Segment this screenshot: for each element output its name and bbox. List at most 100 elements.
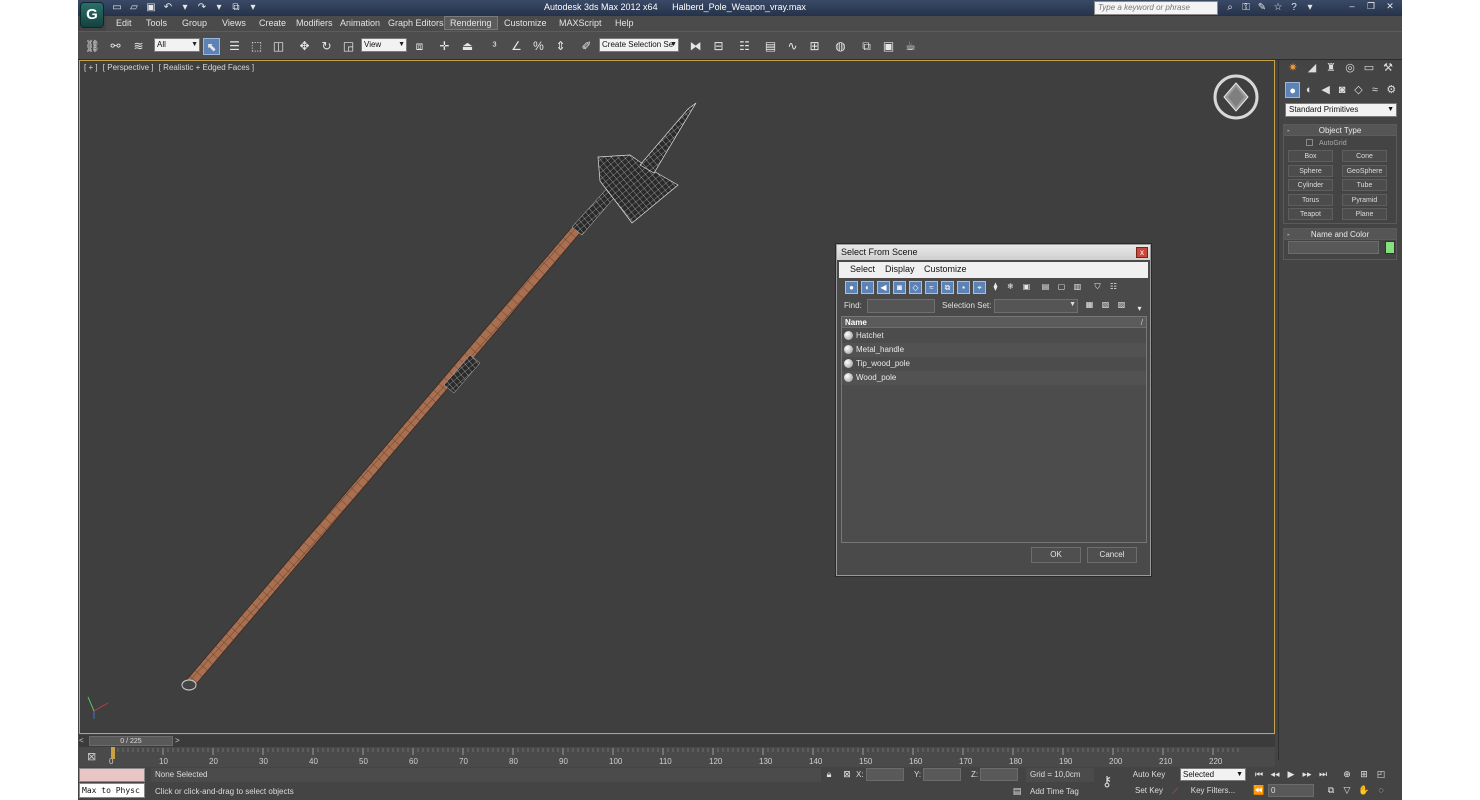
menu-maxscript[interactable]: MAXScript [559, 18, 602, 28]
filter-icon[interactable]: ⛉ [1091, 281, 1104, 294]
menu-edit[interactable]: Edit [116, 18, 132, 28]
hierarchy-tab-icon[interactable]: ♜ [1323, 60, 1339, 76]
display-groups-icon[interactable]: ⧉ [941, 281, 954, 294]
favorites-star-icon[interactable]: ☆ [1272, 1, 1284, 14]
display-bones-icon[interactable]: ⌖ [973, 281, 986, 294]
current-frame-field[interactable]: 0 [1268, 784, 1314, 797]
percent-snap-icon[interactable]: % [530, 38, 547, 55]
list-item-tip-wood-pole[interactable]: Tip_wood_pole [842, 357, 1146, 371]
layer-manager-icon[interactable]: ☷ [736, 38, 753, 55]
geosphere-button[interactable]: GeoSphere [1342, 165, 1387, 177]
previous-frame-icon[interactable]: ◂◂ [1268, 768, 1282, 781]
object-color-swatch[interactable] [1385, 241, 1395, 254]
display-xrefs-icon[interactable]: ▪ [957, 281, 970, 294]
curve-editor-icon[interactable]: ∿ [784, 38, 801, 55]
object-name-field[interactable] [1288, 241, 1379, 254]
graphite-ribbon-icon[interactable]: ▤ [762, 38, 779, 55]
current-frame-marker[interactable] [111, 747, 115, 759]
viewcube-icon[interactable] [1212, 73, 1260, 121]
menu-group[interactable]: Group [182, 18, 207, 28]
key-tool-icon[interactable]: ⚿ [1240, 1, 1252, 14]
pole-butt-cap[interactable] [181, 679, 197, 691]
maxscript-mini-listener[interactable]: Max to Physc [79, 783, 145, 798]
go-to-start-icon[interactable]: ⏮ [1252, 768, 1266, 781]
select-and-link-icon[interactable]: ⛓ [84, 38, 101, 55]
name-column-header[interactable]: Name / [842, 317, 1146, 328]
manipulate-icon[interactable]: ✛ [436, 38, 453, 55]
display-hidden-icon[interactable]: ▣ [1020, 281, 1033, 294]
wood-pole[interactable] [183, 226, 581, 690]
absolute-mode-icon[interactable]: ⊠ [840, 768, 854, 781]
toolbar-options-dropdown-icon[interactable]: ▾ [1133, 303, 1146, 316]
named-selection-sets-dropdown[interactable]: Create Selection Se ▼ [599, 38, 679, 52]
display-helpers-icon[interactable]: ◇ [909, 281, 922, 294]
pan-view-icon[interactable]: ✋ [1357, 784, 1371, 797]
plane-button[interactable]: Plane [1342, 208, 1387, 220]
rendered-frame-window-icon[interactable]: ▣ [880, 38, 897, 55]
cancel-button[interactable]: Cancel [1087, 547, 1137, 563]
close-icon[interactable]: ✕ [1382, 1, 1398, 13]
maxscript-listener-result[interactable] [79, 768, 145, 782]
go-to-end-icon[interactable]: ⏭ [1316, 768, 1330, 781]
schematic-view-icon[interactable]: ⊞ [806, 38, 823, 55]
set-key-button[interactable]: Set Key [1130, 784, 1168, 798]
redo-dropdown-icon[interactable]: ▾ [212, 1, 226, 14]
unlink-selection-icon[interactable]: ⚯ [107, 38, 124, 55]
bind-to-space-warp-icon[interactable]: ≋ [130, 38, 147, 55]
select-and-move-icon[interactable]: ✥ [296, 38, 313, 55]
align-icon[interactable]: ⊟ [710, 38, 727, 55]
menu-create[interactable]: Create [259, 18, 286, 28]
selection-filter-dropdown[interactable]: All ▼ [154, 38, 200, 52]
z-coordinate-field[interactable] [980, 768, 1018, 781]
add-to-selection-set-icon[interactable]: ▧ [1099, 299, 1112, 312]
dialog-title[interactable]: Select From Scene [837, 245, 1150, 260]
remove-from-selection-set-icon[interactable]: ▨ [1115, 299, 1128, 312]
time-prev-arrow-icon[interactable]: < [79, 735, 87, 747]
render-setup-icon[interactable]: ⧉ [858, 38, 875, 55]
select-by-name-icon[interactable]: ☰ [226, 38, 243, 55]
spinner-snap-icon[interactable]: ⇕ [552, 38, 569, 55]
restore-icon[interactable]: ❐ [1363, 1, 1379, 13]
quick-access-dropdown-icon[interactable]: ▾ [246, 1, 260, 14]
key-mode-toggle-icon[interactable]: ⏪ [1252, 784, 1266, 797]
dialog-menu-select[interactable]: Select [850, 264, 875, 274]
motion-tab-icon[interactable]: ◎ [1342, 60, 1358, 76]
time-slider[interactable]: 0 / 225 [89, 736, 173, 746]
teapot-button[interactable]: Teapot [1288, 208, 1333, 220]
undo-dropdown-icon[interactable]: ▾ [178, 1, 192, 14]
pyramid-button[interactable]: Pyramid [1342, 194, 1387, 206]
systems-icon[interactable]: ⚙ [1384, 82, 1399, 98]
modify-tab-icon[interactable]: ◢ [1304, 60, 1320, 76]
box-button[interactable]: Box [1288, 150, 1333, 162]
menu-rendering[interactable]: Rendering [444, 16, 498, 30]
zoom-all-icon[interactable]: ⊞ [1357, 768, 1371, 781]
snaps-toggle-icon[interactable]: ³ [486, 38, 503, 55]
autogrid-checkbox[interactable]: AutoGrid [1306, 139, 1347, 147]
key-mode-dropdown[interactable]: Selected ▼ [1180, 768, 1246, 781]
dialog-menu-display[interactable]: Display [885, 264, 915, 274]
auto-key-button[interactable]: Auto Key [1130, 768, 1168, 782]
cone-button[interactable]: Cone [1342, 150, 1387, 162]
time-tag-icon[interactable]: ▤ [1010, 785, 1024, 798]
hierarchy-display-icon[interactable]: ☷ [1107, 281, 1120, 294]
select-invert-icon[interactable]: ▥ [1071, 281, 1084, 294]
list-item-hatchet[interactable]: Hatchet [842, 329, 1146, 343]
display-geometry-icon[interactable]: ● [845, 281, 858, 294]
menu-modifiers[interactable]: Modifiers [296, 18, 333, 28]
mini-curve-editor-icon[interactable]: ⊠ [87, 750, 96, 763]
help-icon[interactable]: ? [1288, 1, 1300, 14]
play-icon[interactable]: ▶ [1284, 768, 1298, 781]
menu-customize[interactable]: Customize [504, 18, 547, 28]
tube-button[interactable]: Tube [1342, 179, 1387, 191]
lock-icon[interactable]: 🔒︎ [822, 768, 836, 781]
key-icon[interactable]: ⚷ [1102, 773, 1112, 790]
x-coordinate-field[interactable] [866, 768, 904, 781]
select-and-rotate-icon[interactable]: ↻ [318, 38, 335, 55]
ok-button[interactable]: OK [1031, 547, 1081, 563]
add-time-tag-button[interactable]: Add Time Tag [1026, 785, 1106, 799]
menu-animation[interactable]: Animation [340, 18, 380, 28]
material-editor-icon[interactable]: ◍ [832, 38, 849, 55]
pivot-center-icon[interactable]: ⧈ [411, 38, 428, 55]
create-tab-icon[interactable]: ✷ [1285, 60, 1301, 76]
display-shapes-icon[interactable]: ◐ [861, 281, 874, 294]
